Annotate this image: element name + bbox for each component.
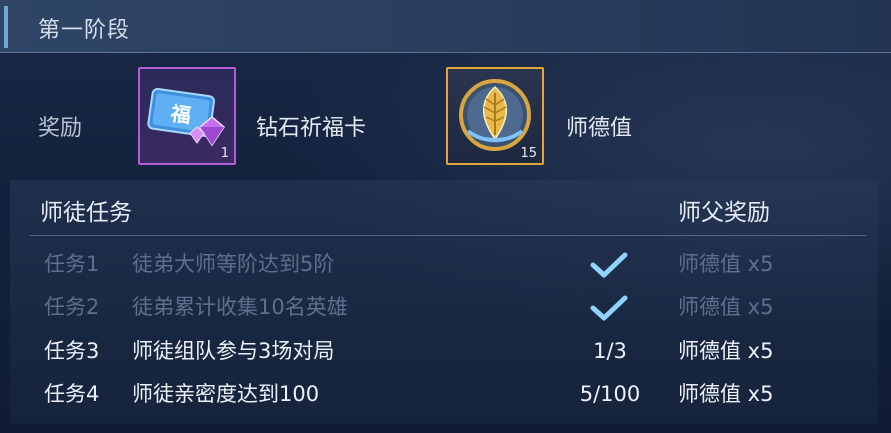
item-count: 15 [520, 146, 537, 161]
task-reward: 师德值 x5 [678, 382, 774, 406]
task-id: 任务4 [44, 382, 100, 406]
task-row: 任务2 徒弟累计收集10名英雄 师德值 x5 [0, 287, 891, 327]
task-description: 师徒亲密度达到100 [132, 382, 320, 406]
reward-item-mentor-value[interactable]: 15 [446, 67, 544, 165]
task-row: 任务1 徒弟大师等阶达到5阶 师德值 x5 [0, 244, 891, 284]
reward-item-name: 师德值 [566, 116, 633, 141]
check-icon [590, 295, 628, 321]
task-column-header: 师徒任务 [40, 200, 132, 226]
reward-label: 奖励 [38, 116, 83, 141]
table-divider [30, 235, 866, 236]
stage-accent-bar [4, 6, 8, 48]
task-reward: 师德值 x5 [678, 295, 774, 319]
stage-header: 第一阶段 [0, 0, 891, 53]
task-description: 徒弟累计收集10名英雄 [132, 295, 348, 319]
task-reward: 师德值 x5 [678, 252, 774, 276]
task-row: 任务4 师徒亲密度达到100 5/100 师德值 x5 [0, 374, 891, 414]
task-id: 任务3 [44, 339, 100, 363]
task-progress: 1/3 [593, 339, 627, 363]
task-progress: 5/100 [579, 382, 641, 406]
reward-item-name: 钻石祈福卡 [256, 116, 367, 141]
task-description: 师徒组队参与3场对局 [132, 339, 335, 363]
stage-title: 第一阶段 [38, 18, 131, 43]
reward-item-blessing-card[interactable]: 福 1 [138, 67, 236, 165]
task-id: 任务1 [44, 252, 100, 276]
item-count: 1 [220, 146, 229, 161]
task-id: 任务2 [44, 295, 100, 319]
task-description: 徒弟大师等阶达到5阶 [132, 252, 335, 276]
check-icon [590, 252, 628, 278]
reward-column-header: 师父奖励 [678, 200, 770, 226]
svg-text:福: 福 [168, 101, 192, 128]
task-row: 任务3 师徒组队参与3场对局 1/3 师德值 x5 [0, 331, 891, 371]
task-reward: 师德值 x5 [678, 339, 774, 363]
